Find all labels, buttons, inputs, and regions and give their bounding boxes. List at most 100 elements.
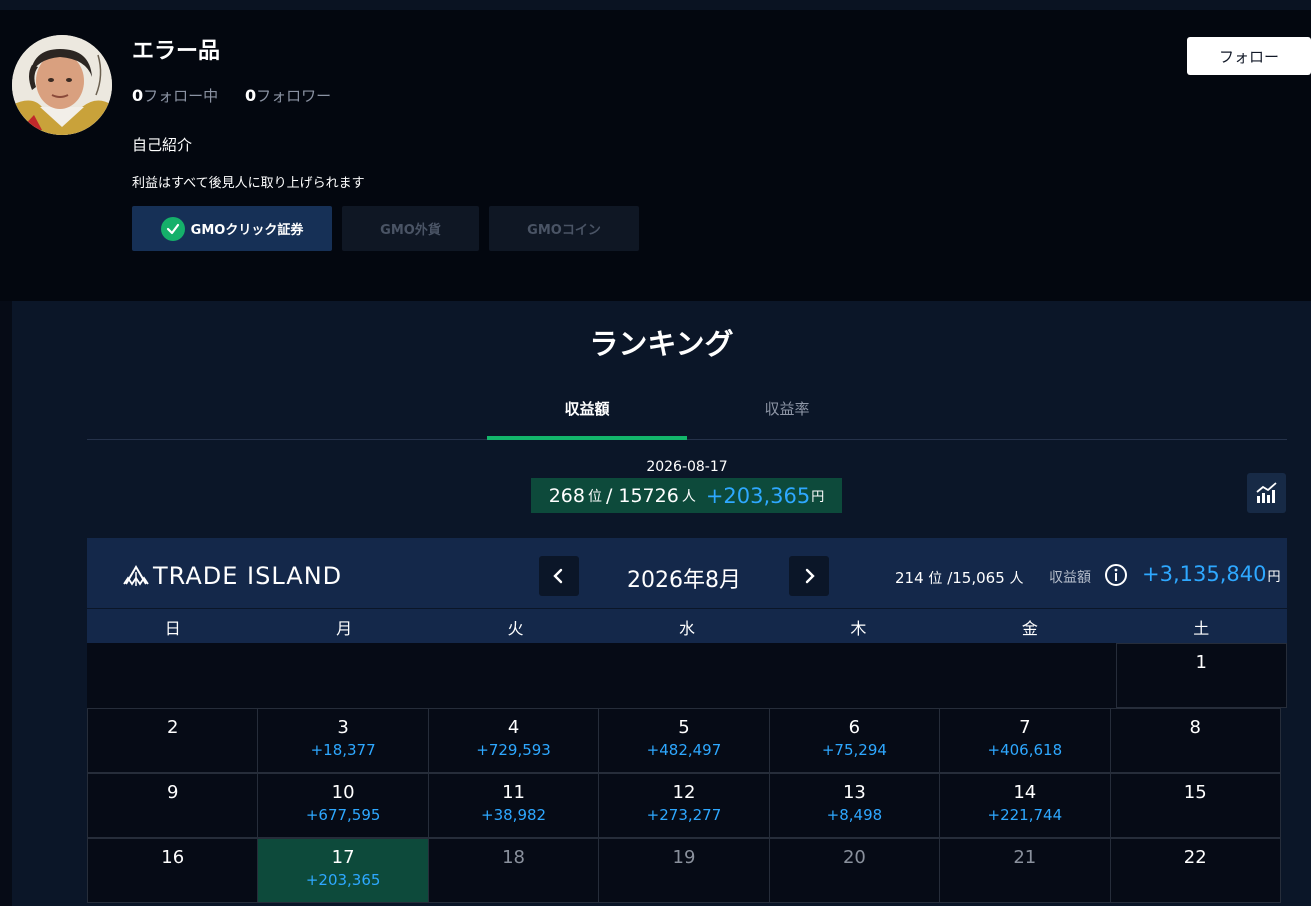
info-icon[interactable] <box>1104 563 1128 591</box>
day-number: 3 <box>337 717 349 738</box>
tab-label: GMO外貨 <box>380 223 441 238</box>
calendar-empty-cell <box>258 643 430 708</box>
calendar-day[interactable]: 3 +18,377 <box>257 708 429 773</box>
calendar-empty-cell <box>429 643 602 708</box>
day-number: 19 <box>672 847 696 868</box>
calendar-empty-cell <box>87 643 259 708</box>
day-number: 9 <box>166 782 179 803</box>
day-number: 5 <box>678 717 690 738</box>
day-profit: +8,498 <box>826 806 883 824</box>
tab-gmo-coin[interactable]: GMOコイン <box>489 206 639 251</box>
day-profit: +221,744 <box>987 806 1063 824</box>
day-number: 10 <box>331 782 355 803</box>
day-profit: +677,595 <box>305 806 381 824</box>
avatar[interactable] <box>12 35 112 135</box>
calendar-day[interactable]: 12 +273,277 <box>598 773 770 838</box>
calendar-day[interactable]: 9 <box>87 773 259 838</box>
day-profit: +75,294 <box>821 741 887 759</box>
username: エラー品 <box>132 39 221 64</box>
month-profit-unit: 円 <box>1267 570 1281 585</box>
weekday-sun: 日 <box>164 619 181 638</box>
calendar-day[interactable]: 15 <box>1109 773 1281 838</box>
month-profit-value: +3,135,840 <box>1142 562 1267 586</box>
weekday-mon: 月 <box>336 619 353 638</box>
calendar-day[interactable]: 4 +729,593 <box>427 708 600 773</box>
chart-button[interactable] <box>1247 473 1286 513</box>
calendar-week-row: 1 <box>87 643 1287 708</box>
follow-button[interactable]: フォロー <box>1187 37 1311 75</box>
follower-stat[interactable]: 0フォロワー <box>244 86 331 105</box>
calendar-empty-cell <box>601 643 773 708</box>
day-profit: +273,277 <box>646 806 722 824</box>
tab-profit-rate[interactable]: 収益率 <box>687 387 887 440</box>
month-rank-unit: 位 <box>928 571 943 587</box>
day-profit: +38,982 <box>481 806 547 824</box>
day-number: 8 <box>1189 717 1201 738</box>
calendar-day[interactable]: 6 +75,294 <box>768 708 941 773</box>
calendar-day[interactable]: 2 <box>87 708 259 773</box>
monthly-rank: 214 位 /15,065 人 <box>895 568 1024 588</box>
brand-name: TRADE ISLAND <box>153 562 343 590</box>
tab-gmo-click[interactable]: GMOクリック証券 <box>132 206 332 251</box>
monthly-profit: +3,135,840円 <box>1142 562 1281 586</box>
rank-value: 268 <box>548 484 585 507</box>
calendar-day[interactable]: 7 +406,618 <box>939 708 1111 773</box>
calendar-day[interactable]: 5 +482,497 <box>598 708 770 773</box>
tab-profit-amount[interactable]: 収益額 <box>487 387 687 440</box>
chart-icon <box>1255 482 1277 503</box>
calendar-day[interactable]: 8 <box>1109 708 1281 773</box>
calendar-header: TRADE ISLAND 2026年8月 214 位 /15,065 人 収益額… <box>87 538 1287 608</box>
chevron-right-icon <box>805 568 815 584</box>
day-number: 16 <box>161 847 185 868</box>
day-number: 20 <box>842 847 866 868</box>
month-rank-value: 214 <box>895 569 924 587</box>
following-count: 0 <box>132 86 144 105</box>
calendar-day[interactable]: 13 +8,498 <box>768 773 941 838</box>
follow-stats: 0フォロー中 0フォロワー <box>132 85 353 106</box>
tab-label: GMOクリック証券 <box>190 223 304 238</box>
broker-tabs: GMOクリック証券 GMO外貨 GMOコイン <box>132 206 649 251</box>
calendar-empty-cell <box>772 643 945 708</box>
chevron-left-icon <box>553 568 563 584</box>
intro-heading: 自己紹介 <box>132 136 193 154</box>
weekday-tue: 火 <box>507 619 524 638</box>
calendar-day[interactable]: 22 <box>1109 838 1281 903</box>
next-month-button[interactable] <box>789 556 829 596</box>
island-icon <box>123 565 149 586</box>
calendar-day[interactable]: 10 +677,595 <box>257 773 429 838</box>
day-number: 7 <box>1019 717 1031 738</box>
calendar-week-row: 2 3 +18,377 4 +729,593 5 +482,497 6 +75,294 7 +406… <box>87 708 1287 773</box>
calendar-day[interactable]: 20 <box>768 838 941 903</box>
weekday-thu: 木 <box>850 619 867 638</box>
tab-label: GMOコイン <box>527 223 601 238</box>
total-unit: 人 <box>681 488 696 505</box>
day-number: 12 <box>672 782 696 803</box>
calendar-day[interactable]: 21 <box>939 838 1111 903</box>
profit-label: 収益額 <box>1049 570 1091 586</box>
calendar-week-row: 9 10 +677,595 11 +38,982 12 +273,277 13 +8,498 14… <box>87 773 1287 838</box>
day-number: 14 <box>1013 782 1037 803</box>
calendar-day[interactable]: 19 <box>598 838 770 903</box>
day-number: 17 <box>331 847 355 868</box>
day-number: 15 <box>1183 782 1207 803</box>
follower-count: 0 <box>244 86 257 105</box>
calendar-day[interactable]: 18 <box>427 838 600 903</box>
prev-month-button[interactable] <box>539 556 579 596</box>
day-number: 21 <box>1013 847 1037 868</box>
calendar-day[interactable]: 14 +221,744 <box>939 773 1111 838</box>
trade-island-logo: TRADE ISLAND <box>123 562 342 590</box>
calendar-day[interactable]: 1 <box>1115 643 1287 708</box>
calendar-grid: 1 2 3 +18,377 4 +729,593 5 +482,497 6 +75,294 7 +40… <box>87 643 1287 903</box>
month-label: 2026年8月 <box>627 568 741 593</box>
profit-unit: 円 <box>811 490 825 505</box>
ranking-title: ランキング <box>589 327 734 361</box>
day-profit: +406,618 <box>987 741 1063 759</box>
calendar-day-today[interactable]: 17 +203,365 <box>257 838 429 903</box>
day-number: 4 <box>507 717 520 738</box>
calendar-day[interactable]: 11 +38,982 <box>427 773 600 838</box>
ranking-section: ランキング 収益額 収益率 2026-08-17 268 位 / 15726 人… <box>12 301 1311 906</box>
calendar-day[interactable]: 16 <box>87 838 259 903</box>
tab-gmo-gaika[interactable]: GMO外貨 <box>342 206 479 251</box>
following-stat[interactable]: 0フォロー中 <box>132 86 218 105</box>
day-number: 2 <box>166 717 179 738</box>
